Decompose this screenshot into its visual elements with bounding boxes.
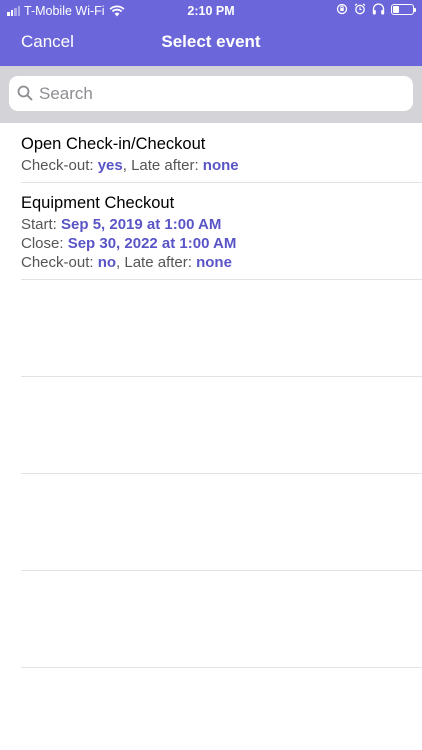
event-row-equipment-checkout[interactable]: Equipment Checkout Start: Sep 5, 2019 at… [21,183,422,280]
event-row-open-check-in[interactable]: Open Check-in/Checkout Check-out: yes, L… [21,123,422,183]
empty-row [21,377,422,474]
start-value: Sep 5, 2019 at 1:00 AM [61,216,222,233]
event-checkout-line: Check-out: yes, Late after: none [21,156,422,175]
event-close-line: Close: Sep 30, 2022 at 1:00 AM [21,234,422,253]
headphones-icon [372,3,385,15]
search-bar [0,66,422,123]
event-title: Equipment Checkout [21,194,175,212]
checkout-value: yes [97,157,123,174]
search-icon [17,85,33,101]
empty-row [21,280,422,377]
checkout-value: no [97,254,117,271]
close-label: Close: [21,235,68,252]
search-input[interactable] [39,76,399,111]
late-value: none [202,157,239,174]
checkout-label: Check-out: [21,254,98,271]
empty-row [21,571,422,668]
empty-row [21,474,422,571]
battery-icon [391,3,416,15]
search-box[interactable] [9,76,413,111]
checkout-label: Check-out: [21,157,98,174]
status-right [336,3,416,15]
alarm-icon [354,3,366,15]
close-value: Sep 30, 2022 at 1:00 AM [67,235,237,252]
navigation-header: T-Mobile Wi-Fi 2:10 PM Cancel Select eve… [0,0,422,66]
event-start-line: Start: Sep 5, 2019 at 1:00 AM [21,215,422,234]
status-bar: T-Mobile Wi-Fi 2:10 PM [0,0,422,22]
late-value: none [196,254,232,271]
late-label: , Late after: [116,254,197,271]
event-checkout-line: Check-out: no, Late after: none [21,253,422,272]
late-label: , Late after: [122,157,203,174]
event-title: Open Check-in/Checkout [21,135,206,153]
event-list: Open Check-in/Checkout Check-out: yes, L… [0,123,422,668]
page-title: Select event [161,32,261,51]
rotation-lock-icon [336,3,348,15]
start-label: Start: [21,216,62,233]
